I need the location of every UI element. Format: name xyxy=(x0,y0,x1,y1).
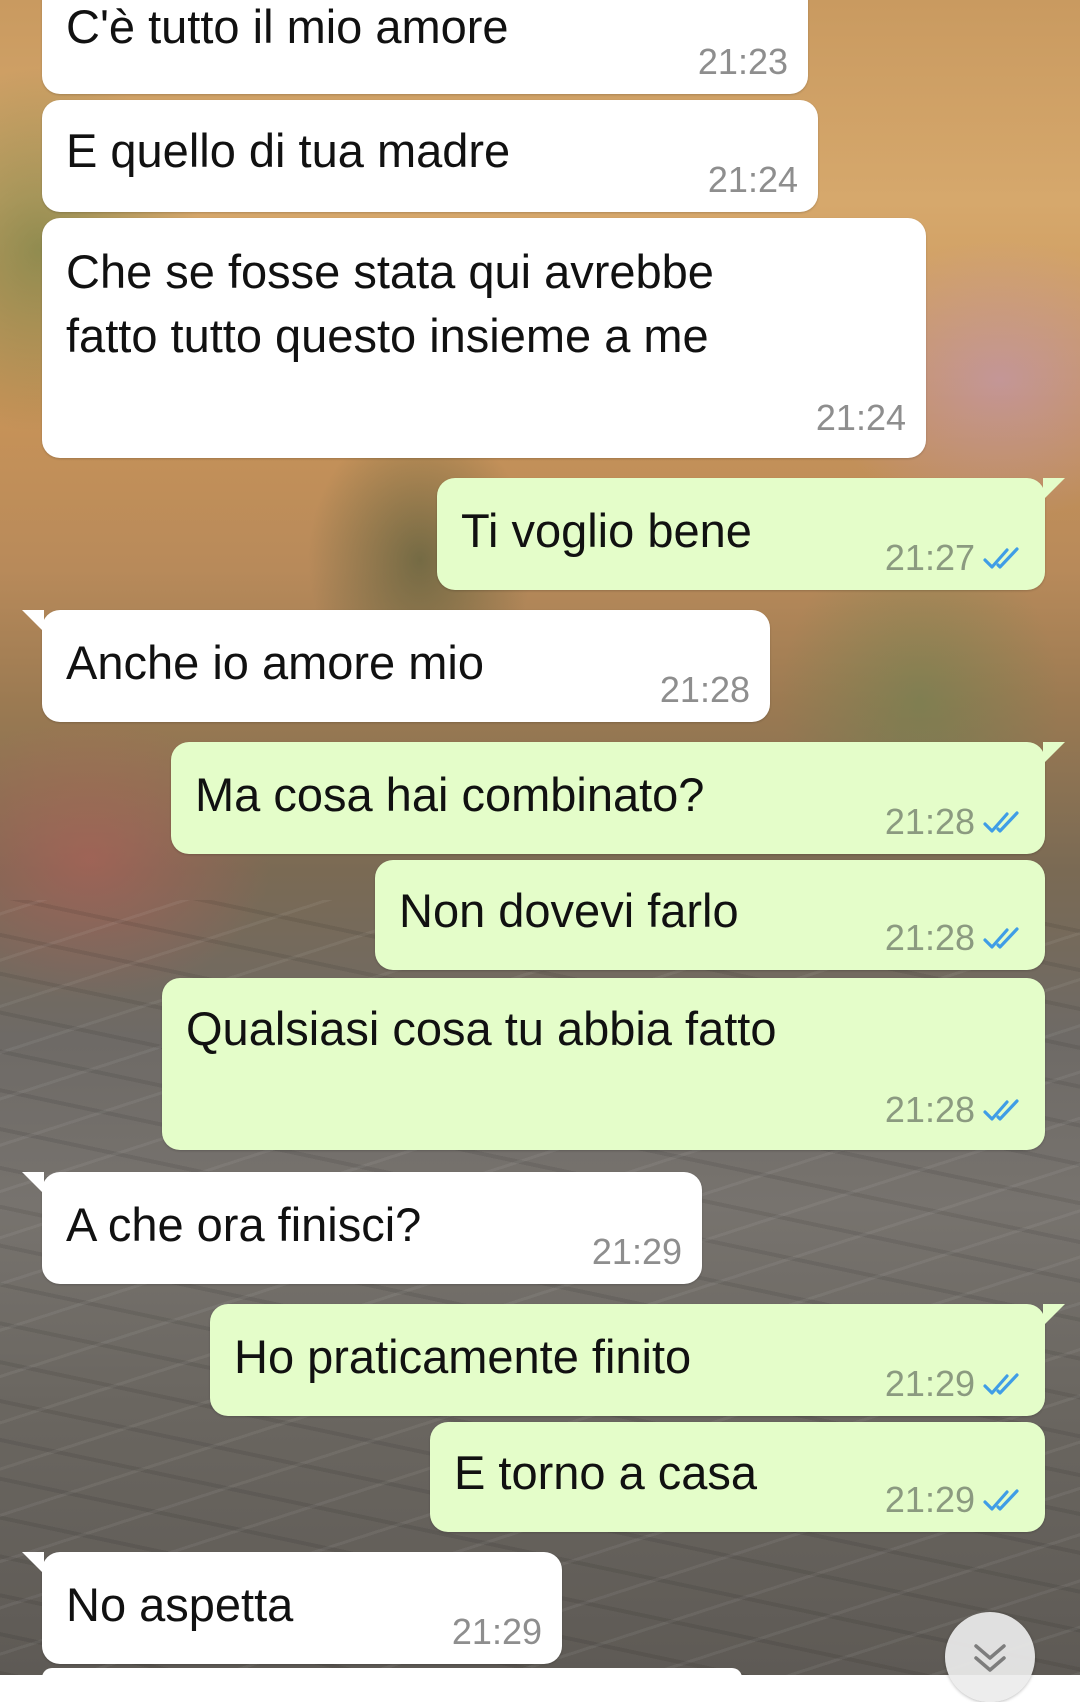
message-text: E torno a casa xyxy=(454,1446,758,1499)
message-text: Che se fosse stata qui avrebbe fatto tut… xyxy=(66,245,714,362)
message-meta: 21:29 xyxy=(452,1612,542,1652)
message-bubble-incoming[interactable]: No aspetta 21:29 xyxy=(22,1552,562,1664)
message-bubble-outgoing[interactable]: E torno a casa 21:29 xyxy=(430,1422,1045,1532)
message-meta: 21:27 xyxy=(885,538,1023,578)
message-time: 21:29 xyxy=(884,1479,975,1520)
message-bubble-incoming[interactable]: Anche io amore mio 21:28 xyxy=(22,610,770,722)
message-text: No aspetta xyxy=(66,1578,294,1631)
message-text: Non dovevi farlo xyxy=(399,884,739,937)
message-bubble-outgoing[interactable]: Ho praticamente finito 21:29 xyxy=(210,1304,1065,1416)
message-bubble-incoming[interactable]: Che se fosse stata qui avrebbe fatto tut… xyxy=(42,218,926,458)
message-meta: 21:24 xyxy=(816,398,906,438)
message-text: Ho praticamente finito xyxy=(234,1330,692,1383)
double-check-icon xyxy=(983,811,1019,833)
message-meta: 21:28 xyxy=(885,918,1023,958)
message-bubble-incoming-partial xyxy=(42,1668,742,1688)
message-time: 21:28 xyxy=(659,669,750,710)
message-text: E quello di tua madre xyxy=(66,124,511,177)
scroll-to-bottom-button[interactable] xyxy=(945,1612,1035,1702)
message-text: Qualsiasi cosa tu abbia fatto xyxy=(186,1002,777,1055)
message-time: 21:28 xyxy=(884,801,975,842)
message-bubble-outgoing[interactable]: Qualsiasi cosa tu abbia fatto 21:28 xyxy=(162,978,1045,1150)
message-text: A che ora finisci? xyxy=(66,1198,422,1251)
message-meta: 21:28 xyxy=(660,670,750,710)
message-time: 21:29 xyxy=(591,1231,682,1272)
message-bubble-outgoing[interactable]: Ti voglio bene 21:27 xyxy=(437,478,1065,590)
message-time: 21:23 xyxy=(697,41,788,82)
message-text: Anche io amore mio xyxy=(66,636,484,689)
message-meta: 21:28 xyxy=(885,1090,1023,1130)
message-meta: 21:29 xyxy=(592,1232,682,1272)
double-check-icon xyxy=(983,1489,1019,1511)
message-text: Ti voglio bene xyxy=(461,504,752,557)
message-text: Ma cosa hai combinato? xyxy=(195,768,705,821)
message-bubble-incoming[interactable]: A che ora finisci? 21:29 xyxy=(22,1172,702,1284)
message-time: 21:24 xyxy=(707,159,798,200)
message-bubble-incoming[interactable]: C'è tutto il mio amore 21:23 xyxy=(42,0,808,94)
message-meta: 21:23 xyxy=(698,42,788,82)
message-list[interactable]: C'è tutto il mio amore 21:23 E quello di… xyxy=(0,0,1080,1688)
double-check-icon xyxy=(983,1099,1019,1121)
chevron-double-down-icon xyxy=(974,1644,1006,1672)
message-meta: 21:29 xyxy=(885,1364,1023,1404)
message-time: 21:28 xyxy=(884,917,975,958)
double-check-icon xyxy=(983,547,1019,569)
message-text: C'è tutto il mio amore xyxy=(66,0,509,53)
message-time: 21:27 xyxy=(884,537,975,578)
message-meta: 21:24 xyxy=(708,160,798,200)
message-time: 21:29 xyxy=(451,1611,542,1652)
message-bubble-outgoing[interactable]: Ma cosa hai combinato? 21:28 xyxy=(171,742,1065,854)
message-meta: 21:28 xyxy=(885,802,1023,842)
message-bubble-incoming[interactable]: E quello di tua madre 21:24 xyxy=(42,100,818,212)
message-bubble-outgoing[interactable]: Non dovevi farlo 21:28 xyxy=(375,860,1045,970)
message-time: 21:28 xyxy=(884,1089,975,1130)
message-time: 21:29 xyxy=(884,1363,975,1404)
double-check-icon xyxy=(983,927,1019,949)
message-time: 21:24 xyxy=(815,397,906,438)
message-meta: 21:29 xyxy=(885,1480,1023,1520)
double-check-icon xyxy=(983,1373,1019,1395)
